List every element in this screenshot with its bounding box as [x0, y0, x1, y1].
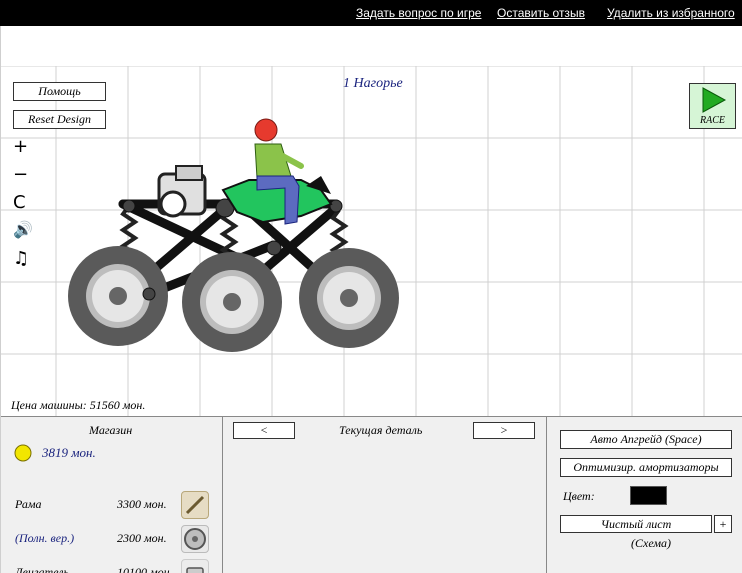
vehicle-design[interactable] — [1, 26, 742, 416]
shop-item-price: 3300 мон. — [117, 497, 167, 511]
shop-title: Магазин — [89, 423, 133, 437]
bottom-panel: Магазин 3819 мон. Рама 3300 мон. (Полн. … — [1, 416, 742, 573]
engine-part-icon[interactable] — [181, 559, 209, 573]
options-panel: Авто Апгрейд (Space) Оптимизир. амортиза… — [547, 417, 742, 573]
shop-item-price: 10100 мон. — [117, 565, 173, 573]
shop-balance: 3819 мон. — [42, 445, 96, 460]
shop-panel: Магазин 3819 мон. Рама 3300 мон. (Полн. … — [1, 417, 223, 573]
leave-review-link[interactable]: Оставить отзыв — [497, 6, 585, 20]
current-part-label: Текущая деталь — [339, 423, 423, 437]
next-part-button[interactable]: > — [473, 422, 535, 439]
optimize-shocks-button[interactable]: Оптимизир. амортизаторы — [560, 458, 732, 477]
remove-favorite-link[interactable]: Удалить из избранного — [607, 6, 735, 20]
shop-item-name[interactable]: (Полн. вер.) — [15, 531, 74, 546]
shop-item-name[interactable]: Двигатель — [15, 565, 69, 573]
game-canvas[interactable]: 1 Нагорье Помощь Reset Design + − C 🔊 ♫ … — [0, 26, 742, 573]
current-part-panel: < Текущая деталь > — [223, 417, 547, 573]
scheme-label: (Схема) — [631, 536, 672, 550]
wheel-middle — [182, 252, 282, 352]
ask-question-link[interactable]: Задать вопрос по игре — [356, 6, 481, 20]
wheel-right — [299, 248, 399, 348]
prev-part-button[interactable]: < — [233, 422, 295, 439]
auto-upgrade-button[interactable]: Авто Апгрейд (Space) — [560, 430, 732, 449]
coin-icon — [14, 444, 32, 462]
shop-item-name[interactable]: Рама — [15, 497, 42, 512]
vehicle-price: Цена машины: 51560 мон. — [11, 398, 146, 412]
engine — [157, 165, 207, 218]
clean-sheet-button[interactable]: Чистый лист — [560, 515, 712, 533]
shop-item-price: 2300 мон. — [117, 531, 167, 545]
wheel-part-icon[interactable] — [181, 525, 209, 553]
color-label: Цвет: — [563, 489, 595, 503]
frame-part-icon[interactable] — [181, 491, 209, 519]
add-sheet-button[interactable]: + — [714, 515, 732, 533]
top-link-bar: Задать вопрос по игре Оставить отзыв Уда… — [0, 0, 742, 26]
color-swatch[interactable] — [630, 486, 667, 505]
